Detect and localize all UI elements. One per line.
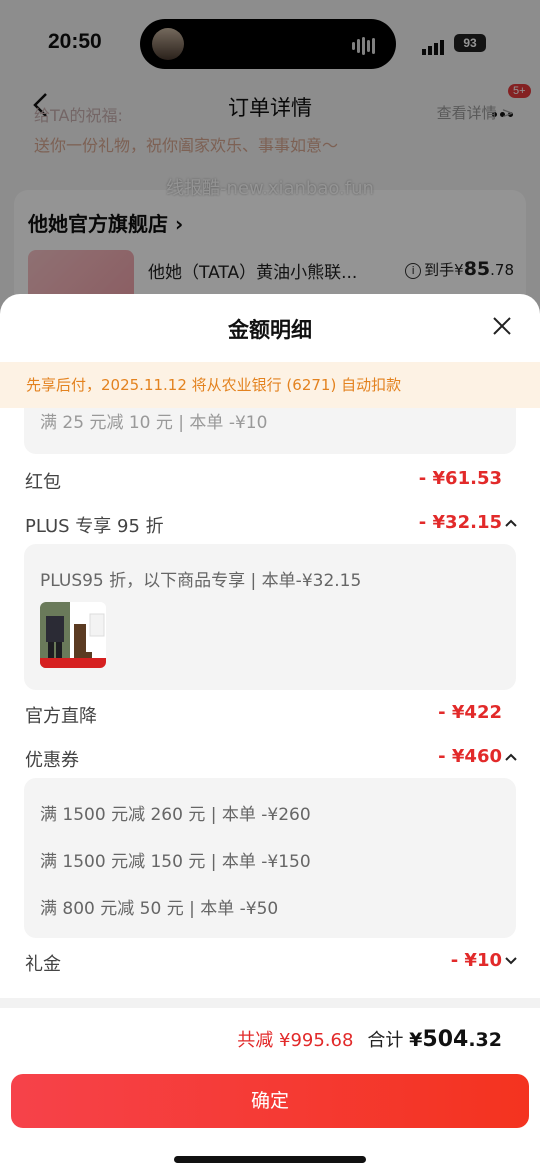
confirm-button[interactable]: 确定 <box>11 1074 529 1128</box>
plus-detail-line: PLUS95 折，以下商品专享 | 本单-¥32.15 <box>40 571 362 591</box>
prev-detail-line: 满 25 元减 10 元 | 本单 -¥10 <box>40 413 268 433</box>
hongbao-value: - ¥61.53 <box>418 468 502 489</box>
coupon-detail-line: 满 800 元减 50 元 | 本单 -¥50 <box>40 899 279 919</box>
coupon-detail-line: 满 1500 元减 260 元 | 本单 -¥260 <box>40 805 311 825</box>
chevron-up-icon[interactable] <box>504 518 518 528</box>
sheet-title: 金额明细 <box>228 318 312 342</box>
coupon-detail-box: 满 1500 元减 260 元 | 本单 -¥260 满 1500 元减 150… <box>24 778 516 938</box>
total-saved: 共减 ¥995.68 <box>237 1030 354 1051</box>
amount-detail-sheet: 金额明细 先享后付，2025.11.12 将从农业银行 (6271) 自动扣款 … <box>0 294 540 1174</box>
plus-value: - ¥32.15 <box>418 512 502 533</box>
chevron-up-icon[interactable] <box>504 752 518 762</box>
goods-thumbnail[interactable] <box>40 602 106 668</box>
plus-label: PLUS 专享 95 折 <box>25 516 164 537</box>
coupon-detail-line: 满 1500 元减 150 元 | 本单 -¥150 <box>40 852 311 872</box>
total-currency: ¥ <box>409 1029 423 1051</box>
discount-list[interactable]: 满 25 元减 10 元 | 本单 -¥10 红包 - ¥61.53 PLUS … <box>0 408 540 1008</box>
total-label: 合计 <box>367 1030 410 1051</box>
coupon-value: - ¥460 <box>438 746 502 767</box>
lijin-label: 礼金 <box>25 954 61 975</box>
total-amount-int: 504 <box>422 1027 469 1052</box>
chevron-down-icon[interactable] <box>504 956 518 966</box>
home-indicator <box>174 1156 366 1163</box>
payment-notice: 先享后付，2025.11.12 将从农业银行 (6271) 自动扣款 <box>0 362 540 408</box>
lijin-value: - ¥10 <box>450 950 502 971</box>
close-icon[interactable] <box>490 314 514 338</box>
total-amount-dec: .32 <box>468 1029 502 1051</box>
plus-detail-box: PLUS95 折，以下商品专享 | 本单-¥32.15 <box>24 544 516 690</box>
coupon-label: 优惠券 <box>25 750 79 771</box>
hongbao-label: 红包 <box>25 472 61 493</box>
official-discount-label: 官方直降 <box>25 706 97 727</box>
prev-detail-box: 满 25 元减 10 元 | 本单 -¥10 <box>24 408 516 454</box>
official-discount-value: - ¥422 <box>438 702 502 723</box>
price-summary: 共减 ¥995.68 合计 ¥504.32 <box>237 1026 502 1052</box>
